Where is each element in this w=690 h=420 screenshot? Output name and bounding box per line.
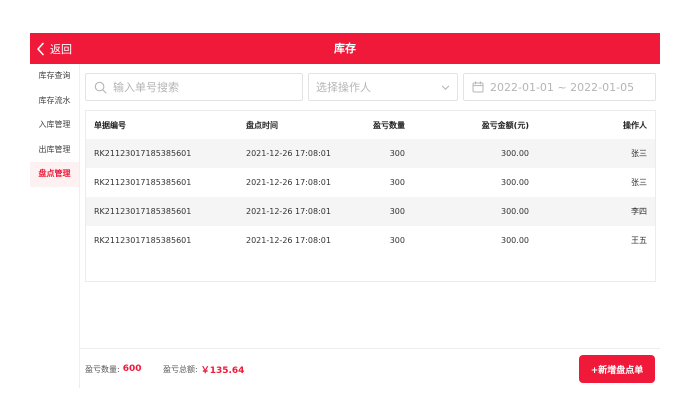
cell-time: 2021-12-26 17:08:01 bbox=[246, 236, 331, 245]
add-stocktake-button[interactable]: +新增盘点单 bbox=[579, 355, 655, 383]
search-icon bbox=[94, 81, 107, 93]
column-header-id[interactable]: 单据编号 bbox=[94, 111, 126, 139]
cell-amount: 300.00 bbox=[501, 149, 529, 158]
cell-id: RK21123017185385601 bbox=[94, 207, 192, 216]
cell-qty: 300 bbox=[389, 149, 405, 158]
cell-operator: 李四 bbox=[631, 207, 647, 216]
stocktake-table: 单据编号 盘点时间 盈亏数量 盈亏金额(元) 操作人 RK21123017185… bbox=[85, 110, 656, 282]
date-range-picker[interactable]: 2022-01-01 ~ 2022-01-05 bbox=[463, 73, 656, 101]
column-header-operator[interactable]: 操作人 bbox=[623, 111, 647, 139]
cell-operator: 王五 bbox=[631, 236, 647, 245]
sidebar-item-stocktake[interactable]: 盘点管理 bbox=[30, 162, 79, 187]
cell-amount: 300.00 bbox=[501, 178, 529, 187]
amount-summary-value: ￥135.64 bbox=[200, 365, 245, 376]
cell-amount: 300.00 bbox=[501, 207, 529, 216]
main-panel: 选择操作人 2022-01-01 ~ 2022-01-05 单据编号 盘点时间 … bbox=[80, 64, 660, 388]
cell-time: 2021-12-26 17:08:01 bbox=[246, 149, 331, 158]
table-row[interactable]: RK21123017185385601 2021-12-26 17:08:01 … bbox=[86, 197, 655, 226]
column-header-amount[interactable]: 盈亏金额(元) bbox=[482, 111, 529, 139]
amount-summary-label: 盈亏总额: bbox=[163, 364, 198, 374]
table-row[interactable]: RK2112301718538560​1 2021-12-26 17:08:01… bbox=[86, 139, 655, 168]
cell-id: RK21123017185385601 bbox=[94, 178, 192, 187]
qty-summary-label: 盈亏数量: bbox=[85, 364, 120, 374]
cell-operator: 张三 bbox=[631, 149, 647, 158]
column-header-qty[interactable]: 盈亏数量 bbox=[373, 111, 405, 139]
cell-id: RK2112301718538560​1 bbox=[94, 149, 192, 158]
operator-select[interactable]: 选择操作人 bbox=[308, 73, 458, 101]
cell-qty: 300 bbox=[389, 236, 405, 245]
chevron-down-icon bbox=[441, 85, 450, 90]
search-box[interactable] bbox=[85, 73, 303, 101]
cell-amount: 300.00 bbox=[501, 236, 529, 245]
page-title: 库存 bbox=[334, 42, 356, 55]
sidebar-item-stock-query[interactable]: 库存查询 bbox=[30, 64, 79, 89]
search-input[interactable] bbox=[113, 80, 293, 94]
calendar-icon bbox=[472, 81, 484, 93]
cell-id: RK21123017185385601 bbox=[94, 236, 192, 245]
inventory-app: 返回 库存 库存查询 库存流水 入库管理 出库管理 盘点管理 选择操作人 bbox=[30, 33, 660, 388]
sidebar-item-stock-flow[interactable]: 库存流水 bbox=[30, 89, 79, 114]
cell-operator: 张三 bbox=[631, 178, 647, 187]
summary-bar: 盈亏数量: 600 盈亏总额: ￥135.64 +新增盘点单 bbox=[80, 348, 660, 388]
table-row[interactable]: RK21123017185385601 2021-12-26 17:08:01 … bbox=[86, 168, 655, 197]
sidebar: 库存查询 库存流水 入库管理 出库管理 盘点管理 bbox=[30, 64, 80, 388]
cell-qty: 300 bbox=[389, 207, 405, 216]
column-header-time[interactable]: 盘点时间 bbox=[246, 111, 278, 139]
qty-summary-value: 600 bbox=[122, 364, 142, 374]
cell-time: 2021-12-26 17:08:01 bbox=[246, 178, 331, 187]
cell-qty: 300 bbox=[389, 178, 405, 187]
sidebar-item-inbound[interactable]: 入库管理 bbox=[30, 113, 79, 138]
top-bar: 返回 库存 bbox=[30, 33, 660, 64]
table-header: 单据编号 盘点时间 盈亏数量 盈亏金额(元) 操作人 bbox=[86, 111, 655, 139]
sidebar-item-outbound[interactable]: 出库管理 bbox=[30, 138, 79, 163]
qty-summary: 盈亏数量: 600 bbox=[85, 349, 142, 389]
cell-time: 2021-12-26 17:08:01 bbox=[246, 207, 331, 216]
table-row[interactable]: RK21123017185385601 2021-12-26 17:08:01 … bbox=[86, 226, 655, 255]
amount-summary: 盈亏总额: ￥135.64 bbox=[163, 349, 244, 389]
operator-select-placeholder: 选择操作人 bbox=[316, 81, 371, 94]
date-range-value: 2022-01-01 ~ 2022-01-05 bbox=[490, 80, 635, 94]
